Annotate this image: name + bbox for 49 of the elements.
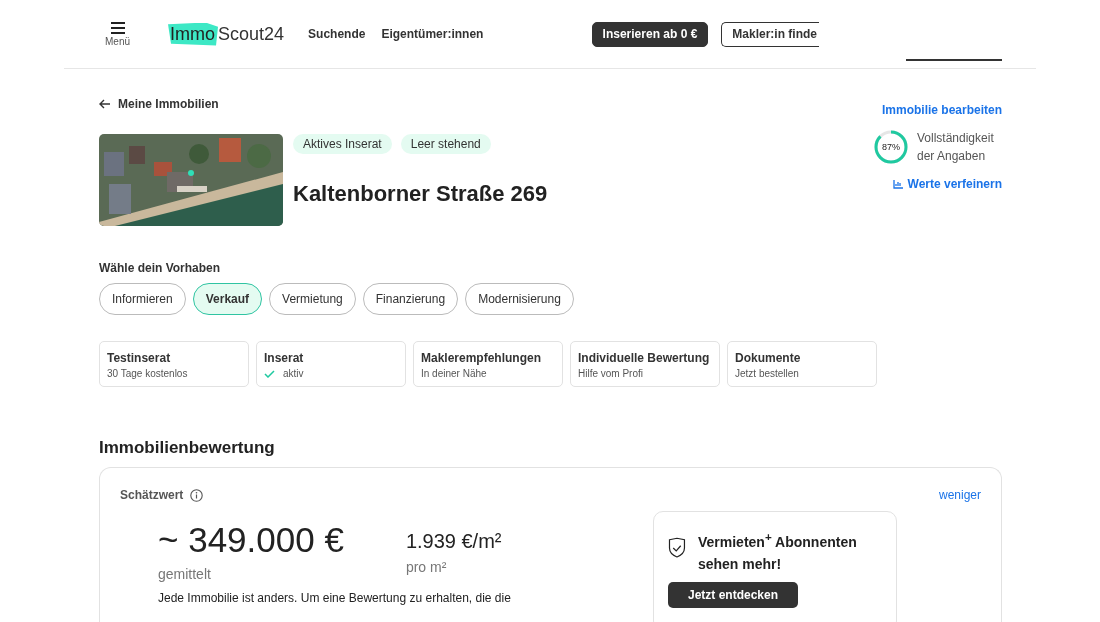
service-card[interactable]: Maklerempfehlungen In deiner Nähe — [413, 341, 563, 387]
card-title: Maklerempfehlungen — [421, 351, 543, 365]
card-title: Dokumente — [735, 351, 802, 365]
estimate-label: Schätzwert — [120, 488, 184, 502]
post-listing-button[interactable]: Inserieren ab 0 € — [591, 21, 709, 47]
plan-chip[interactable]: Informieren — [99, 283, 186, 315]
completeness-label: Vollständigkeit der Angaben — [917, 130, 995, 165]
edit-link[interactable]: Immobilie bearbeiten — [881, 103, 1002, 117]
plan-chip[interactable]: Verkauf — [192, 283, 263, 315]
service-card[interactable]: Dokumente Jetzt bestellen — [727, 341, 877, 387]
plan-chip[interactable]: Vermietung — [269, 283, 356, 315]
section-heading: Immobilienbewertung — [99, 438, 276, 458]
back-arrow-icon — [99, 99, 111, 109]
price-per-sqm: 1.939 €/m² — [405, 530, 502, 553]
card-subtitle: Hilfe vom Profi — [578, 368, 643, 379]
card-title: Testinserat — [107, 351, 172, 365]
plan-chip[interactable]: Finanzierung — [362, 283, 459, 315]
card-title: Inserat — [264, 351, 305, 365]
refine-link[interactable]: Werte verfeinern — [892, 177, 1002, 191]
discover-button[interactable]: Jetzt entdecken — [668, 581, 799, 608]
service-card[interactable]: Testinserat 30 Tage kostenlos — [99, 341, 249, 387]
service-card[interactable]: Inserat aktiv — [256, 341, 406, 387]
nav-link[interactable]: Eigentümer:innen — [381, 27, 484, 41]
find-agent-button[interactable]: Makler:in finde — [721, 21, 819, 47]
card-title: Individuelle Bewertung — [578, 351, 711, 365]
status-tag: Aktives Inserat — [293, 134, 392, 154]
collapse-link[interactable]: weniger — [938, 488, 981, 502]
info-icon[interactable] — [190, 488, 204, 502]
description-text: Jede Immobilie ist anders. Um eine Bewertung zu erhalten, die die — [158, 591, 512, 605]
card-subtitle: aktiv — [283, 368, 304, 379]
card-subtitle: Jetzt bestellen — [735, 368, 799, 379]
price-caption: gemittelt — [158, 566, 212, 582]
card-subtitle: 30 Tage kostenlos — [107, 368, 188, 379]
progress-reading: 87% — [881, 141, 901, 154]
status-tag: Leer stehend — [400, 134, 491, 154]
section-label: Wähle dein Vorhaben — [99, 261, 222, 275]
logo[interactable]: Immo Scout24 — [168, 22, 285, 46]
back-link[interactable]: Meine Immobilien — [99, 97, 219, 111]
property-address: Kaltenborner Straße 269 — [293, 181, 548, 207]
menu-icon — [110, 21, 125, 34]
card-subtitle: In deiner Nähe — [421, 368, 487, 379]
chart-icon — [892, 179, 903, 189]
estimated-price: ~ 349.000 € — [158, 520, 344, 560]
nav-link[interactable]: Suchende — [308, 27, 366, 41]
plan-chip[interactable]: Modernisierung — [465, 283, 574, 315]
sqm-caption: pro m² — [405, 559, 448, 575]
menu-button[interactable]: Menü — [105, 21, 130, 47]
promo-text: Vermieten$^{+}$ Abonnenten sehen mehr! — [697, 529, 858, 574]
service-card[interactable]: Individuelle Bewertung Hilfe vom Profi — [570, 341, 720, 387]
